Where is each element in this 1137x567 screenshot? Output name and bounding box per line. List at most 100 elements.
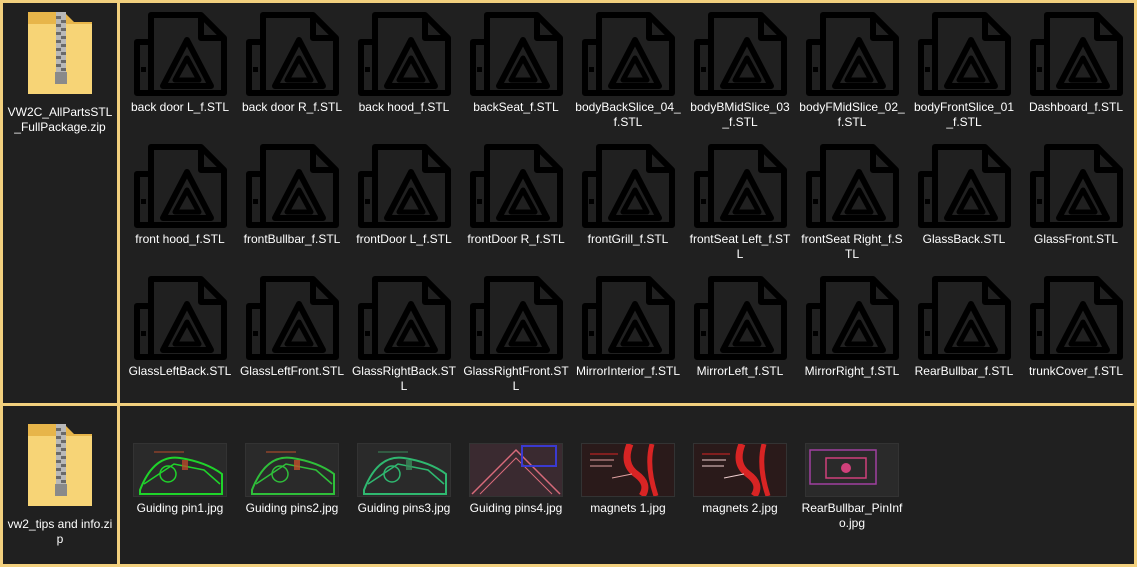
stl-file-item[interactable]: GlassRightBack.STL	[351, 276, 457, 394]
zip-file-name: vw2_tips and info.zip	[7, 517, 113, 546]
stl-file-icon	[803, 144, 901, 228]
stl-file-name: frontDoor L_f.STL	[356, 232, 452, 246]
stl-file-item[interactable]: trunkCover_f.STL	[1023, 276, 1129, 379]
image-thumbnail	[805, 443, 899, 497]
image-file-name: magnets 1.jpg	[590, 501, 666, 515]
stl-file-name: bodyBMidSlice_03_f.STL	[690, 100, 790, 129]
image-file-item[interactable]: Guiding pins3.jpg	[351, 403, 457, 516]
column-divider-top	[117, 0, 120, 406]
image-thumbnail	[693, 443, 787, 497]
stl-file-name: frontSeat Right_f.STL	[801, 232, 903, 261]
stl-file-item[interactable]: front hood_f.STL	[127, 144, 233, 247]
stl-file-name: GlassRightBack.STL	[351, 364, 457, 393]
image-file-name: Guiding pins4.jpg	[469, 501, 563, 515]
stl-file-icon	[243, 144, 341, 228]
image-file-name: Guiding pins3.jpg	[357, 501, 451, 515]
stl-file-item[interactable]: GlassLeftFront.STL	[239, 276, 345, 379]
stl-file-item[interactable]: frontBullbar_f.STL	[239, 144, 345, 247]
stl-file-icon	[691, 144, 789, 228]
stl-file-name: frontBullbar_f.STL	[243, 232, 341, 246]
image-file-item[interactable]: Guiding pins4.jpg	[463, 403, 569, 516]
stl-file-item[interactable]: GlassRightFront.STL	[463, 276, 569, 394]
stl-file-name: frontGrill_f.STL	[587, 232, 669, 246]
image-file-item[interactable]: RearBullbar_PinInfo.jpg	[799, 403, 905, 531]
stl-file-icon	[1027, 12, 1125, 96]
frame-top	[0, 0, 1137, 3]
stl-file-item[interactable]: back door L_f.STL	[127, 12, 233, 115]
zip-folder-icon	[24, 10, 96, 101]
stl-file-icon	[131, 12, 229, 96]
stl-file-item[interactable]: MirrorRight_f.STL	[799, 276, 905, 379]
stl-file-name: front hood_f.STL	[135, 232, 225, 246]
stl-file-item[interactable]: GlassFront.STL	[1023, 144, 1129, 247]
zip-file-item[interactable]: vw2_tips and info.zip	[6, 422, 114, 547]
stl-file-name: MirrorRight_f.STL	[804, 364, 900, 378]
stl-file-item[interactable]: back door R_f.STL	[239, 12, 345, 115]
stl-file-icon	[579, 144, 677, 228]
stl-file-name: MirrorInterior_f.STL	[575, 364, 681, 378]
image-thumbnail	[581, 443, 675, 497]
stl-file-icon	[131, 144, 229, 228]
stl-file-name: GlassLeftBack.STL	[128, 364, 232, 378]
stl-file-item[interactable]: back hood_f.STL	[351, 12, 457, 115]
stl-file-icon	[803, 276, 901, 360]
stl-file-icon	[915, 276, 1013, 360]
stl-file-item[interactable]: GlassLeftBack.STL	[127, 276, 233, 379]
stl-file-item[interactable]: bodyBMidSlice_03_f.STL	[687, 12, 793, 130]
stl-file-icon	[915, 12, 1013, 96]
stl-file-name: GlassRightFront.STL	[463, 364, 569, 393]
stl-file-icon	[467, 12, 565, 96]
stl-file-item[interactable]: bodyFrontSlice_01_f.STL	[911, 12, 1017, 130]
stl-file-item[interactable]: backSeat_f.STL	[463, 12, 569, 115]
column-divider-bottom	[117, 403, 120, 567]
image-file-name: Guiding pin1.jpg	[136, 501, 224, 515]
stl-file-name: frontSeat Left_f.STL	[689, 232, 791, 261]
stl-file-icon	[243, 276, 341, 360]
image-file-item[interactable]: Guiding pin1.jpg	[127, 403, 233, 516]
stl-file-name: back hood_f.STL	[358, 100, 450, 114]
image-file-name: magnets 2.jpg	[702, 501, 778, 515]
image-file-item[interactable]: magnets 1.jpg	[575, 403, 681, 516]
stl-file-item[interactable]: frontSeat Left_f.STL	[687, 144, 793, 262]
file-explorer-view: VW2C_AllPartsSTL_FullPackage.zip vw2_tip…	[0, 0, 1137, 567]
image-thumbnail	[133, 443, 227, 497]
stl-file-icon	[691, 276, 789, 360]
stl-file-item[interactable]: Dashboard_f.STL	[1023, 12, 1129, 115]
stl-file-name: GlassLeftFront.STL	[239, 364, 345, 378]
image-thumbnail	[245, 443, 339, 497]
stl-file-item[interactable]: bodyFMidSlice_02_f.STL	[799, 12, 905, 130]
stl-file-item[interactable]: frontSeat Right_f.STL	[799, 144, 905, 262]
image-file-item[interactable]: Guiding pins2.jpg	[239, 403, 345, 516]
zip-file-name: VW2C_AllPartsSTL_FullPackage.zip	[7, 105, 113, 134]
stl-file-name: bodyFrontSlice_01_f.STL	[913, 100, 1015, 129]
stl-file-item[interactable]: frontDoor R_f.STL	[463, 144, 569, 247]
stl-file-icon	[579, 12, 677, 96]
stl-file-item[interactable]: bodyBackSlice_04_f.STL	[575, 12, 681, 130]
stl-file-name: frontDoor R_f.STL	[467, 232, 565, 246]
stl-file-name: MirrorLeft_f.STL	[696, 364, 784, 378]
stl-file-icon	[355, 276, 453, 360]
stl-file-icon	[355, 12, 453, 96]
stl-file-item[interactable]: frontDoor L_f.STL	[351, 144, 457, 247]
stl-file-icon	[1027, 276, 1125, 360]
stl-file-item[interactable]: MirrorInterior_f.STL	[575, 276, 681, 379]
stl-file-name: GlassFront.STL	[1033, 232, 1119, 246]
stl-file-name: back door L_f.STL	[130, 100, 230, 114]
stl-file-icon	[467, 144, 565, 228]
stl-file-icon	[915, 144, 1013, 228]
stl-file-name: bodyBackSlice_04_f.STL	[575, 100, 681, 129]
stl-file-name: GlassBack.STL	[922, 232, 1006, 246]
stl-file-item[interactable]: GlassBack.STL	[911, 144, 1017, 247]
stl-file-name: trunkCover_f.STL	[1028, 364, 1124, 378]
image-file-name: Guiding pins2.jpg	[245, 501, 339, 515]
image-file-item[interactable]: magnets 2.jpg	[687, 403, 793, 516]
zip-file-item[interactable]: VW2C_AllPartsSTL_FullPackage.zip	[6, 10, 114, 135]
stl-file-name: back door R_f.STL	[241, 100, 343, 114]
stl-file-icon	[355, 144, 453, 228]
stl-file-item[interactable]: frontGrill_f.STL	[575, 144, 681, 247]
stl-file-item[interactable]: RearBullbar_f.STL	[911, 276, 1017, 379]
stl-file-icon	[467, 276, 565, 360]
stl-file-item[interactable]: MirrorLeft_f.STL	[687, 276, 793, 379]
stl-file-icon	[131, 276, 229, 360]
image-file-name: RearBullbar_PinInfo.jpg	[801, 501, 903, 530]
